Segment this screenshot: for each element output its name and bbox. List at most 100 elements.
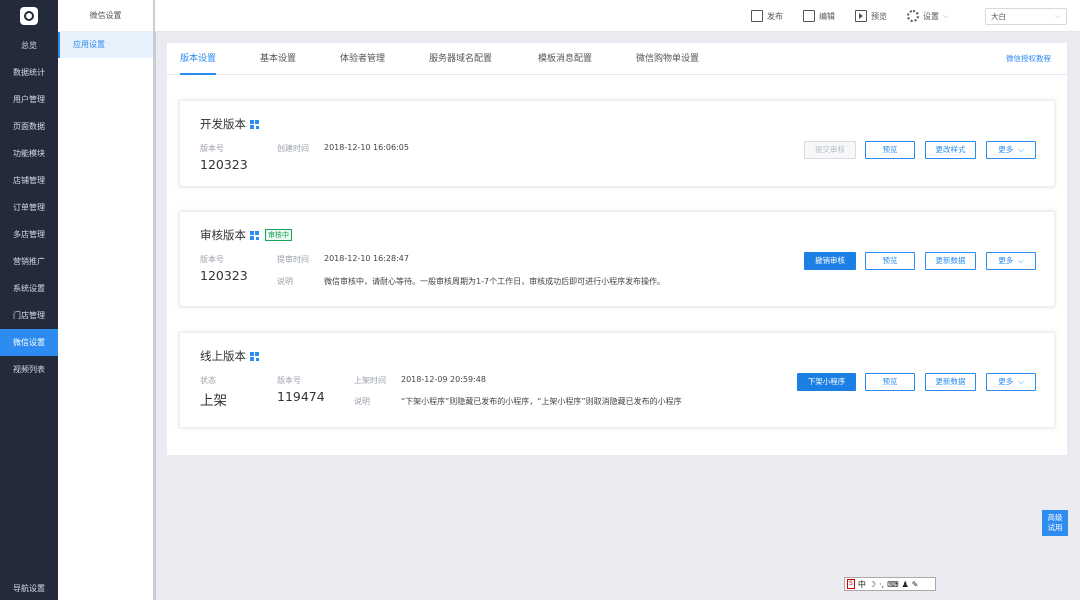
settings-dropdown[interactable]: 设置 ⌵ [907, 8, 948, 24]
review-desc-label: 说明 [277, 277, 293, 286]
review-version-card: 审核版本 审核中 版本号 120323 提审时间 2018-12-10 16:2… [179, 211, 1055, 307]
moon-icon[interactable]: ☽ [869, 580, 876, 589]
ime-toolbar[interactable]: S 中 ☽ ·, ⌨ ♟ ✎ [844, 577, 936, 591]
dev-version-title: 开发版本 [200, 116, 259, 132]
dev-more-label: 更多 [998, 145, 1014, 154]
tab-tester-management[interactable]: 体验者管理 [340, 43, 385, 75]
punctuation-icon[interactable]: ·, [879, 580, 884, 589]
nav-item-shop[interactable]: 店铺管理 [0, 167, 58, 194]
tab-bar: 版本设置 基本设置 体验者管理 服务器域名配置 模板消息配置 微信购物单设置 微… [167, 43, 1067, 75]
online-time-value: 2018-12-09 20:59:48 [401, 375, 486, 384]
wechat-auth-tutorial-link[interactable]: 微信授权教程 [1006, 43, 1051, 75]
publish-icon [751, 10, 763, 22]
settings-label: 设置 [923, 11, 939, 21]
tab-version-settings[interactable]: 版本设置 [180, 43, 217, 75]
online-status-value: 上架 [200, 393, 227, 409]
nav-item-videos[interactable]: 视频列表 [0, 356, 58, 383]
review-desc-text: 微信审核中，请耐心等待。一般审核周期为1-7个工作日，审核成功后即可进行小程序发… [324, 277, 666, 286]
nav-item-system[interactable]: 系统设置 [0, 275, 58, 302]
unpublish-miniprogram-button[interactable]: 下架小程序 [797, 373, 856, 391]
subnav-item-app-settings[interactable]: 应用设置 [58, 32, 153, 58]
dev-version-label: 版本号 [200, 144, 224, 153]
review-more-label: 更多 [998, 256, 1014, 265]
preview-icon [855, 10, 867, 22]
tab-shopping-list[interactable]: 微信购物单设置 [636, 43, 699, 75]
keyboard-icon[interactable]: ⌨ [887, 580, 899, 589]
online-more-label: 更多 [998, 377, 1014, 386]
online-status-label: 状态 [200, 376, 216, 385]
online-version-label: 版本号 [277, 376, 301, 385]
nav-item-orders[interactable]: 订单管理 [0, 194, 58, 221]
trial-line-1: 高级 [1047, 513, 1063, 522]
online-desc-label: 说明 [354, 397, 370, 406]
chevron-down-icon: ⌵ [1054, 12, 1060, 20]
wrench-icon[interactable]: ✎ [912, 580, 919, 589]
online-more-button[interactable]: 更多 ⌵ [986, 373, 1036, 391]
qr-code-icon[interactable] [250, 230, 259, 240]
sub-sidebar: 微信设置 应用设置 [58, 0, 156, 600]
qr-code-icon[interactable] [250, 351, 259, 361]
top-bar: 发布 编辑 预览 设置 ⌵ 大白 ⌵ [155, 0, 1080, 32]
online-version-title-text: 线上版本 [200, 349, 246, 363]
tab-server-domain[interactable]: 服务器域名配置 [429, 43, 492, 75]
chevron-down-icon: ⌵ [943, 11, 949, 20]
theme-select[interactable]: 大白 ⌵ [985, 8, 1067, 25]
qr-code-icon[interactable] [250, 119, 259, 129]
main-panel: 版本设置 基本设置 体验者管理 服务器域名配置 模板消息配置 微信购物单设置 微… [167, 43, 1067, 455]
online-version-title: 线上版本 [200, 348, 259, 364]
change-style-button[interactable]: 更改样式 [925, 141, 976, 159]
nav-item-overview[interactable]: 总览 [0, 32, 58, 59]
nav-item-users[interactable]: 用户管理 [0, 86, 58, 113]
review-version-title-text: 审核版本 [200, 228, 246, 242]
trial-line-2: 试用 [1047, 523, 1063, 532]
online-version-number: 119474 [277, 389, 325, 404]
edit-label: 编辑 [819, 11, 835, 21]
publish-button[interactable]: 发布 [751, 8, 783, 24]
chevron-down-icon: ⌵ [1015, 377, 1024, 386]
subnav-title: 微信设置 [58, 0, 153, 32]
review-version-label: 版本号 [200, 255, 224, 264]
nav-item-page-data[interactable]: 页面数据 [0, 113, 58, 140]
nav-item-stores[interactable]: 门店管理 [0, 302, 58, 329]
nav-item-modules[interactable]: 功能模块 [0, 140, 58, 167]
ime-language[interactable]: 中 [858, 579, 866, 590]
nav-settings-link[interactable]: 导航设置 [0, 578, 58, 600]
publish-label: 发布 [767, 11, 783, 21]
dev-version-title-text: 开发版本 [200, 117, 246, 131]
review-preview-button[interactable]: 预览 [865, 252, 915, 270]
chevron-down-icon: ⌵ [1015, 145, 1024, 154]
dev-version-card: 开发版本 版本号 120323 创建时间 2018-12-10 16:06:05… [179, 100, 1055, 187]
tab-template-messages[interactable]: 模板消息配置 [538, 43, 592, 75]
gear-icon [907, 10, 919, 22]
review-more-button[interactable]: 更多 ⌵ [986, 252, 1036, 270]
online-desc-text: “下架小程序”则隐藏已发布的小程序，“上架小程序”则取消隐藏已发布的小程序 [401, 397, 682, 406]
submit-review-button[interactable]: 提交审核 [804, 141, 856, 159]
nav-item-multi-shop[interactable]: 多店管理 [0, 221, 58, 248]
edit-icon [803, 10, 815, 22]
ime-logo-icon: S [847, 579, 855, 589]
advanced-trial-button[interactable]: 高级 试用 [1042, 510, 1068, 536]
dev-more-button[interactable]: 更多 ⌵ [986, 141, 1036, 159]
cancel-review-button[interactable]: 撤销审核 [804, 252, 856, 270]
review-time-value: 2018-12-10 16:28:47 [324, 254, 409, 263]
logo-icon [20, 7, 38, 25]
chevron-down-icon: ⌵ [1015, 256, 1024, 265]
user-icon[interactable]: ♟ [902, 580, 909, 589]
dev-version-number: 120323 [200, 157, 248, 172]
nav-item-wechat-settings[interactable]: 微信设置 [0, 329, 58, 356]
dev-preview-button[interactable]: 预览 [865, 141, 915, 159]
app-logo[interactable] [0, 0, 58, 32]
edit-button[interactable]: 编辑 [803, 8, 835, 24]
review-update-data-button[interactable]: 更新数据 [925, 252, 976, 270]
preview-button[interactable]: 预览 [855, 8, 887, 24]
preview-label: 预览 [871, 11, 887, 21]
review-time-label: 提审时间 [277, 255, 309, 264]
main-sidebar: 总览 数据统计 用户管理 页面数据 功能模块 店铺管理 订单管理 多店管理 营销… [0, 0, 58, 600]
subnav-scrollbar[interactable] [153, 0, 156, 600]
online-preview-button[interactable]: 预览 [865, 373, 915, 391]
nav-item-stats[interactable]: 数据统计 [0, 59, 58, 86]
online-time-label: 上架时间 [354, 376, 386, 385]
online-update-data-button[interactable]: 更新数据 [925, 373, 976, 391]
nav-item-marketing[interactable]: 营销推广 [0, 248, 58, 275]
tab-basic-settings[interactable]: 基本设置 [260, 43, 296, 75]
